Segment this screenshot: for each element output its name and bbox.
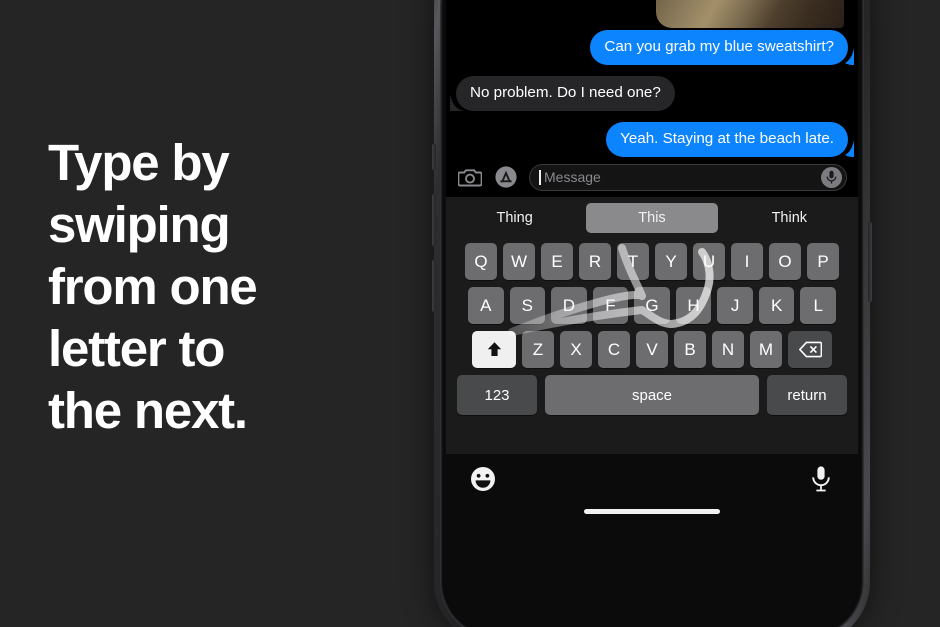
message-bubble-outgoing[interactable]: Yeah. Staying at the beach late. [606,122,848,157]
app-store-icon[interactable] [493,164,519,190]
key-c[interactable]: C [598,331,630,368]
key-d[interactable]: D [551,287,587,324]
key-k[interactable]: K [758,287,795,324]
key-n[interactable]: N [712,331,744,368]
volume-down-button[interactable] [432,260,436,312]
numbers-key[interactable]: 123 [457,375,537,415]
keyboard-row-3: Z X C V B N M [446,331,858,368]
key-a[interactable]: A [467,287,504,324]
key-x[interactable]: X [560,331,592,368]
power-button[interactable] [868,222,872,302]
suggestion-thing[interactable]: Thing [449,203,580,233]
keyboard-row-4: 123 space return [446,375,858,415]
message-row: Yeah. Staying at the beach late. [456,122,848,157]
key-t[interactable]: T [617,243,649,280]
silent-switch[interactable] [432,144,436,170]
message-input-bar: Message [446,157,858,197]
key-z[interactable]: Z [522,331,554,368]
key-e[interactable]: E [541,243,573,280]
message-input-field[interactable]: Message [529,163,847,191]
shift-arrow-icon[interactable] [472,331,516,368]
camera-icon[interactable] [457,164,483,190]
on-screen-keyboard: Q W E R T Y U I O P A S D F G H J K L Z … [446,238,858,454]
space-key[interactable]: space [545,375,759,415]
phone-screen: Can you grab my blue sweatshirt? No prob… [446,0,858,627]
backspace-icon[interactable] [788,331,832,368]
suggestion-this[interactable]: This [586,202,718,233]
key-p[interactable]: P [807,243,839,280]
promo-screenshot: Type by swiping from one letter to the n… [0,0,940,627]
dictation-icon[interactable] [810,465,832,493]
key-g[interactable]: G [634,287,670,324]
home-indicator-bar[interactable] [584,509,720,514]
photo-attachment-bubble[interactable] [656,0,844,28]
dictation-icon[interactable] [821,166,842,188]
key-o[interactable]: O [769,243,801,280]
key-r[interactable]: R [579,243,611,280]
key-b[interactable]: B [674,331,706,368]
page-title: Type by swiping from one letter to the n… [48,134,258,439]
emoji-smiley-icon[interactable] [470,466,496,492]
key-m[interactable]: M [750,331,782,368]
key-y[interactable]: Y [655,243,687,280]
key-u[interactable]: U [693,243,725,280]
volume-up-button[interactable] [432,194,436,246]
iphone-device: Can you grab my blue sweatshirt? No prob… [432,0,872,627]
key-h[interactable]: H [675,287,712,324]
keyboard-row-1: Q W E R T Y U I O P [446,243,858,280]
suggestion-think[interactable]: Think [724,203,855,233]
key-s[interactable]: S [509,287,546,324]
key-j[interactable]: J [717,287,753,324]
key-f[interactable]: F [592,287,629,324]
keyboard-row-2: A S D F G H J K L [446,287,858,324]
key-l[interactable]: L [800,287,837,324]
message-row: No problem. Do I need one? [456,76,848,111]
keyboard-bottom-bar [446,454,858,627]
key-i[interactable]: I [731,243,763,280]
key-v[interactable]: V [636,331,668,368]
key-q[interactable]: Q [465,243,497,280]
message-bubble-incoming[interactable]: No problem. Do I need one? [456,76,675,111]
message-bubble-outgoing[interactable]: Can you grab my blue sweatshirt? [590,30,848,65]
text-cursor [539,169,541,185]
message-placeholder: Message [544,169,601,185]
return-key[interactable]: return [767,375,847,415]
key-w[interactable]: W [503,243,535,280]
predictive-text-bar: Thing This Think [446,197,858,238]
message-row: Can you grab my blue sweatshirt? [456,30,848,65]
